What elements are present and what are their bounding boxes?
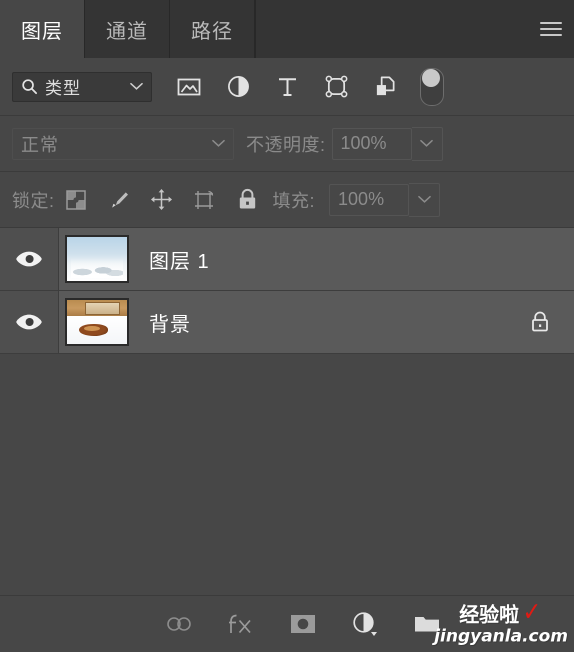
watermark-brand: 经验啦 [459, 602, 520, 627]
opacity-input[interactable]: 100% [331, 127, 412, 160]
tab-channels-label: 通道 [106, 20, 148, 43]
tab-channels[interactable]: 通道 [85, 0, 170, 58]
site-watermark: 经验啦 ✓ jingyanla.com [434, 596, 568, 647]
opacity-stepper[interactable] [411, 126, 443, 161]
add-layer-mask-icon[interactable] [288, 609, 318, 639]
type-layer-filter-icon[interactable] [274, 74, 300, 100]
chevron-down-icon [212, 139, 225, 148]
layer-name[interactable]: 图层 1 [149, 245, 574, 274]
table-row[interactable]: 图层 1 [0, 228, 574, 291]
layers-bottom-toolbar: 经验啦 ✓ jingyanla.com [0, 595, 574, 652]
blend-mode-select[interactable]: 正常 [12, 127, 234, 160]
hamburger-menu-icon [540, 22, 562, 36]
smart-object-filter-icon[interactable] [372, 74, 398, 100]
fill-stepper[interactable] [409, 182, 441, 217]
opacity-label: 不透明度: [246, 134, 326, 155]
chevron-down-icon [420, 139, 433, 148]
lock-transparent-pixels-icon[interactable] [63, 187, 89, 213]
opacity-value: 100% [340, 133, 387, 153]
blend-mode-value: 正常 [21, 134, 59, 155]
fill-input[interactable]: 100% [329, 183, 410, 216]
layer-name[interactable]: 背景 [149, 308, 528, 337]
layer-list: 图层 1 背景 [0, 228, 574, 595]
pixel-layer-filter-icon[interactable] [176, 74, 202, 100]
filter-bar: 类型 [0, 58, 574, 116]
search-icon [21, 78, 38, 95]
chevron-down-icon [130, 82, 143, 91]
toggle-knob [422, 68, 440, 87]
bottom-toolbar-icons [164, 609, 442, 639]
lock-label: 锁定: [12, 190, 55, 211]
eye-icon [15, 250, 43, 268]
filter-type-select[interactable]: 类型 [12, 71, 152, 102]
fill-value: 100% [338, 189, 385, 209]
chevron-down-icon [417, 195, 431, 204]
new-group-icon[interactable] [412, 609, 442, 639]
link-layers-icon[interactable] [164, 609, 194, 639]
lock-all-icon[interactable] [235, 187, 261, 213]
eye-icon [15, 313, 43, 331]
watermark-check-icon: ✓ [522, 596, 542, 627]
panel-menu-button[interactable] [528, 0, 574, 58]
fill-label: 填充: [272, 190, 316, 211]
snow-animal-thumbnail [67, 300, 127, 344]
filter-enable-toggle[interactable] [420, 67, 444, 106]
tab-paths[interactable]: 路径 [170, 0, 255, 58]
layers-panel: 图层 通道 路径 类型 正常 不透明度: 100% 锁定: 填充: 100% 图… [0, 0, 574, 652]
layer-thumbnail[interactable] [65, 235, 129, 283]
adjustment-layer-filter-icon[interactable] [225, 74, 251, 100]
layer-visibility-toggle[interactable] [0, 228, 59, 290]
lock-image-pixels-icon[interactable] [106, 187, 132, 213]
tab-paths-label: 路径 [191, 20, 233, 43]
lock-icons-group [63, 187, 261, 213]
blend-opacity-bar: 正常 不透明度: 100% [0, 116, 574, 172]
layer-thumbnail[interactable] [65, 298, 129, 346]
lock-icon[interactable] [528, 309, 552, 335]
shape-layer-filter-icon[interactable] [323, 74, 349, 100]
layer-style-fx-icon[interactable] [226, 609, 256, 639]
watermark-url: jingyanla.com [434, 626, 568, 647]
tab-bar-spacer [255, 0, 528, 58]
new-adjustment-layer-icon[interactable] [350, 609, 380, 639]
panel-tab-bar: 图层 通道 路径 [0, 0, 574, 58]
lock-fill-bar: 锁定: 填充: 100% [0, 172, 574, 228]
layer-visibility-toggle[interactable] [0, 291, 59, 353]
snow-sky-thumbnail [67, 237, 127, 281]
tab-layers[interactable]: 图层 [0, 0, 85, 58]
table-row[interactable]: 背景 [0, 291, 574, 354]
filter-type-icons [176, 74, 398, 100]
filter-type-label: 类型 [45, 79, 81, 98]
tab-layers-label: 图层 [21, 20, 63, 43]
lock-position-icon[interactable] [149, 187, 175, 213]
lock-artboard-nesting-icon[interactable] [192, 187, 218, 213]
